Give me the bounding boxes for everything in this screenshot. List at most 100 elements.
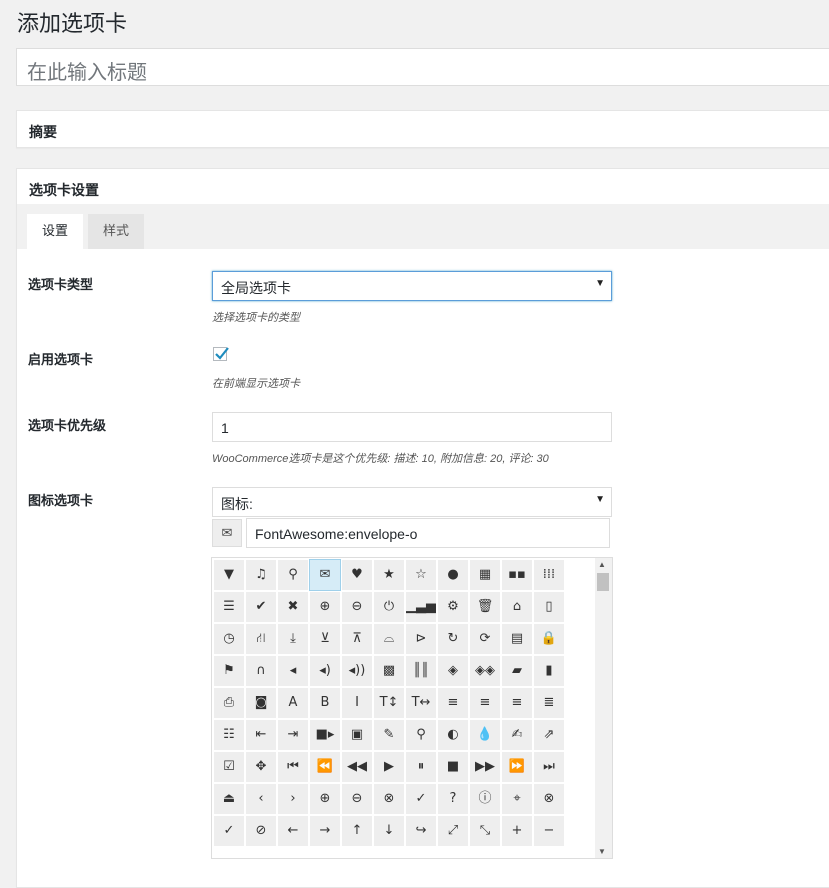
indent-icon[interactable]: ⇥ [278, 720, 308, 750]
heart-icon[interactable]: ♥ [342, 560, 372, 590]
check-circle-o-icon[interactable]: ✓ [214, 816, 244, 846]
barcode-icon[interactable]: ║║ [406, 656, 436, 686]
outdent-icon[interactable]: ⇤ [246, 720, 276, 750]
check-square-o-icon[interactable]: ☑ [214, 752, 244, 782]
check-icon[interactable]: ✔ [246, 592, 276, 622]
plus-icon[interactable]: + [502, 816, 532, 846]
th-icon[interactable]: ⁞⁞⁞ [534, 560, 564, 590]
title-input[interactable]: 在此输入标题 [16, 48, 829, 86]
priority-input[interactable]: 1 [212, 412, 612, 442]
italic-icon[interactable]: I [342, 688, 372, 718]
expand-icon[interactable]: ⤢ [438, 816, 468, 846]
list-alt-icon[interactable]: ▤ [502, 624, 532, 654]
star-o-icon[interactable]: ☆ [406, 560, 436, 590]
print-icon[interactable]: ⎙ [214, 688, 244, 718]
excerpt-box-title[interactable]: 摘要 [17, 111, 829, 153]
compress-icon[interactable]: ⤡ [470, 816, 500, 846]
arrow-circle-o-up-icon[interactable]: ⊼ [342, 624, 372, 654]
list-icon[interactable]: ☷ [214, 720, 244, 750]
volume-off-icon[interactable]: ◂ [278, 656, 308, 686]
bookmark-icon[interactable]: ▮ [534, 656, 564, 686]
download-icon[interactable]: ⤓ [278, 624, 308, 654]
arrow-right-icon[interactable]: → [310, 816, 340, 846]
film-icon[interactable]: ▦ [470, 560, 500, 590]
search-icon[interactable]: ⚲ [278, 560, 308, 590]
arrow-up-icon[interactable]: ↑ [342, 816, 372, 846]
home-icon[interactable]: ⌂ [502, 592, 532, 622]
pause-icon[interactable]: ⏸ [406, 752, 436, 782]
tags-icon[interactable]: ◈◈ [470, 656, 500, 686]
check-circle-icon[interactable]: ✓ [406, 784, 436, 814]
pencil-icon[interactable]: ✎ [374, 720, 404, 750]
video-camera-icon[interactable]: ■▸ [310, 720, 340, 750]
camera-icon[interactable]: ◙ [246, 688, 276, 718]
clock-o-icon[interactable]: ◷ [214, 624, 244, 654]
minus-icon[interactable]: − [534, 816, 564, 846]
inbox-icon[interactable]: ⌓ [374, 624, 404, 654]
arrow-down-icon[interactable]: ↓ [374, 816, 404, 846]
play-icon[interactable]: ▶ [374, 752, 404, 782]
search-minus-icon[interactable]: ⊖ [342, 592, 372, 622]
eject-icon[interactable]: ⏏ [214, 784, 244, 814]
refresh-icon[interactable]: ⟳ [470, 624, 500, 654]
bold-icon[interactable]: B [310, 688, 340, 718]
question-circle-icon[interactable]: ? [438, 784, 468, 814]
filter-icon[interactable]: ▼ [214, 560, 244, 590]
picture-o-icon[interactable]: ▣ [342, 720, 372, 750]
power-off-icon[interactable]: ⏻ [374, 592, 404, 622]
file-o-icon[interactable]: ▯ [534, 592, 564, 622]
search-plus-icon[interactable]: ⊕ [310, 592, 340, 622]
repeat-icon[interactable]: ↻ [438, 624, 468, 654]
text-height-icon[interactable]: T↕ [374, 688, 404, 718]
times-circle-icon[interactable]: ⊗ [374, 784, 404, 814]
scrollbar[interactable]: ▲ ▼ [595, 558, 612, 858]
align-right-icon[interactable]: ≡ [502, 688, 532, 718]
pencil-square-o-icon[interactable]: ✍ [502, 720, 532, 750]
flag-icon[interactable]: ⚑ [214, 656, 244, 686]
enable-tab-checkbox[interactable] [213, 347, 229, 361]
stop-icon[interactable]: ■ [438, 752, 468, 782]
icon-select[interactable]: 图标: ▼ [212, 487, 612, 517]
play-circle-o-icon[interactable]: ⊳ [406, 624, 436, 654]
chevron-right-icon[interactable]: › [278, 784, 308, 814]
arrows-icon[interactable]: ✥ [246, 752, 276, 782]
qrcode-icon[interactable]: ▩ [374, 656, 404, 686]
trash-o-icon[interactable]: 🗑 [470, 592, 500, 622]
align-left-icon[interactable]: ≡ [438, 688, 468, 718]
road-icon[interactable]: ⛙ [246, 624, 276, 654]
share-square-o-icon[interactable]: ⇗ [534, 720, 564, 750]
adjust-icon[interactable]: ◐ [438, 720, 468, 750]
info-circle-icon[interactable]: ⓘ [470, 784, 500, 814]
share-icon[interactable]: ↪ [406, 816, 436, 846]
ban-icon[interactable]: ⊘ [246, 816, 276, 846]
tag-icon[interactable]: ◈ [438, 656, 468, 686]
align-justify-icon[interactable]: ≣ [534, 688, 564, 718]
times-circle-o-icon[interactable]: ⊗ [534, 784, 564, 814]
tab-type-select[interactable]: 全局选项卡 ▼ [212, 271, 612, 301]
tab-style[interactable]: 样式 [88, 214, 144, 249]
th-list-icon[interactable]: ☰ [214, 592, 244, 622]
text-width-icon[interactable]: T↔ [406, 688, 436, 718]
map-marker-icon[interactable]: ⚲ [406, 720, 436, 750]
arrow-left-icon[interactable]: ← [278, 816, 308, 846]
cog-icon[interactable]: ⚙ [438, 592, 468, 622]
align-center-icon[interactable]: ≡ [470, 688, 500, 718]
th-large-icon[interactable]: ▪▪ [502, 560, 532, 590]
chevron-left-icon[interactable]: ‹ [246, 784, 276, 814]
volume-down-icon[interactable]: ◂) [310, 656, 340, 686]
font-icon[interactable]: A [278, 688, 308, 718]
minus-circle-icon[interactable]: ⊖ [342, 784, 372, 814]
scroll-down-icon[interactable]: ▼ [598, 847, 606, 856]
tint-icon[interactable]: 💧 [470, 720, 500, 750]
lock-icon[interactable]: 🔒 [534, 624, 564, 654]
volume-up-icon[interactable]: ◂)) [342, 656, 372, 686]
fast-backward-icon[interactable]: ⏪ [310, 752, 340, 782]
arrow-circle-o-down-icon[interactable]: ⊻ [310, 624, 340, 654]
step-forward-icon[interactable]: ⏭ [534, 752, 564, 782]
step-backward-icon[interactable]: ⏮ [278, 752, 308, 782]
crosshairs-icon[interactable]: ⌖ [502, 784, 532, 814]
fast-forward-icon[interactable]: ⏩ [502, 752, 532, 782]
book-icon[interactable]: ▰ [502, 656, 532, 686]
headphones-icon[interactable]: ∩ [246, 656, 276, 686]
selected-icon-name[interactable]: FontAwesome:envelope-o [246, 518, 610, 548]
